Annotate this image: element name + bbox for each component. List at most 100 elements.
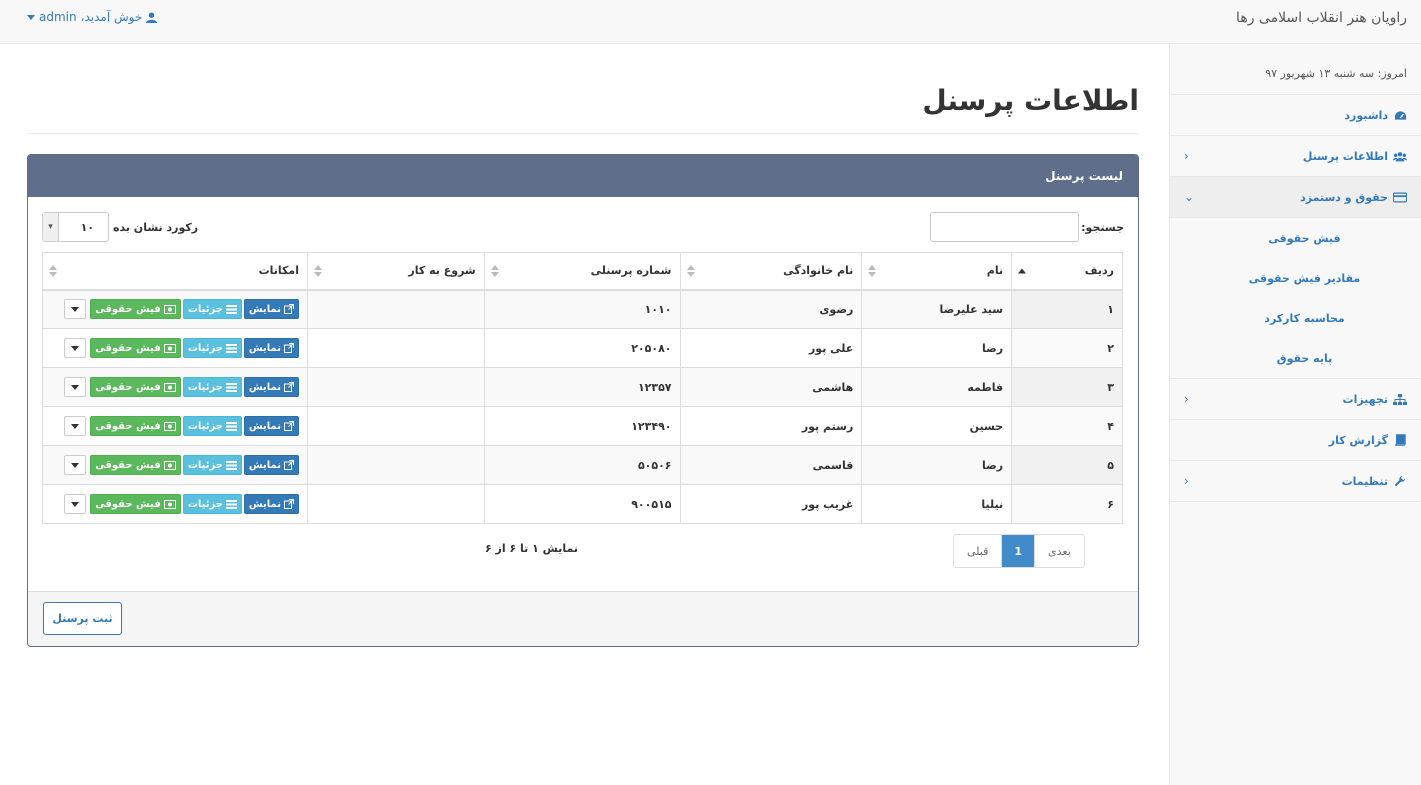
more-actions-dropdown[interactable] (64, 455, 87, 475)
column-header-code[interactable]: شماره پرسنلی (483, 252, 681, 291)
row-actions: نمایش جزئیات فیش حقوقی (51, 455, 299, 475)
pagination-prev[interactable]: قبلی (954, 535, 1002, 567)
details-button[interactable]: جزئیات (182, 338, 242, 358)
payslip-button[interactable]: فیش حقوقی (90, 338, 181, 358)
today-date: امروز: سه شنبه ۱۳ شهریور ۹۷ (1170, 44, 1421, 95)
money-icon (163, 304, 176, 314)
payslip-button[interactable]: فیش حقوقی (90, 455, 181, 475)
book-icon (1393, 433, 1407, 447)
cell-code: ۲۰۵۰۸۰ (483, 328, 681, 368)
sidebar-item-work-report[interactable]: گزارش کار (1170, 420, 1421, 461)
cell-code: ۱۲۳۴۹۰ (483, 406, 681, 446)
sidebar-item-label: اطلاعات پرسنل (1302, 149, 1388, 163)
details-button[interactable]: جزئیات (182, 494, 242, 514)
show-button[interactable]: نمایش (243, 494, 299, 514)
details-button[interactable]: جزئیات (182, 299, 242, 320)
show-button[interactable]: نمایش (243, 416, 299, 436)
chevron-down-icon: ▾ (43, 213, 59, 241)
row-actions: نمایش جزئیات فیش حقوقی (51, 377, 299, 397)
pagination-next[interactable]: بعدی (1034, 535, 1084, 567)
payslip-button[interactable]: فیش حقوقی (90, 494, 181, 514)
submenu-item-payslip[interactable]: فیش حقوقی (1170, 218, 1421, 258)
sort-icon (49, 264, 57, 277)
cell-actions: نمایش جزئیات فیش حقوقی (42, 445, 308, 485)
cell-code: ۱۲۳۵۷ (483, 367, 681, 407)
show-button[interactable]: نمایش (243, 299, 299, 320)
cell-actions: نمایش جزئیات فیش حقوقی (42, 328, 308, 368)
more-actions-dropdown[interactable] (64, 377, 87, 397)
details-button[interactable]: جزئیات (182, 455, 242, 475)
show-button[interactable]: نمایش (243, 338, 299, 358)
details-button[interactable]: جزئیات (182, 416, 242, 436)
cell-start (307, 484, 485, 524)
personnel-panel: لیست پرسنل جستجو: رکورد نشان بده ۱۰ ▾ رد… (27, 154, 1139, 647)
cell-code: ۱۰۱۰ (483, 289, 681, 329)
column-header-family[interactable]: نام خانوادگی (679, 252, 863, 291)
cell-family: علی پور (679, 328, 863, 368)
payslip-button[interactable]: فیش حقوقی (90, 299, 181, 320)
page-title: اطلاعات پرسنل (922, 84, 1139, 117)
page-length-control: رکورد نشان بده ۱۰ ▾ (42, 212, 198, 242)
money-icon (163, 499, 176, 509)
welcome-text: خوش آمدید، (80, 10, 143, 24)
show-button[interactable]: نمایش (243, 377, 299, 397)
username: admin (39, 10, 77, 24)
cell-code: ۵۰۵۰۶ (483, 445, 681, 485)
date-label: امروز: (1377, 67, 1407, 80)
list-icon (225, 343, 237, 353)
list-icon (225, 460, 237, 470)
cell-index: ۵ (1011, 445, 1123, 485)
app-brand[interactable]: راویان هنر انقلاب اسلامی رها (1236, 0, 1407, 36)
page-length-label: رکورد نشان بده (113, 220, 199, 234)
list-icon (225, 421, 237, 431)
more-actions-dropdown[interactable] (64, 494, 87, 514)
submenu-item-work-calc[interactable]: محاسبه کارکرد (1170, 298, 1421, 338)
caret-down-icon (71, 306, 80, 312)
payroll-submenu: فیش حقوقی مقادیر فیش حقوقی محاسبه کارکرد… (1170, 218, 1421, 379)
caret-down-icon (71, 384, 80, 390)
search-label: جستجو: (1081, 220, 1124, 234)
credit-card-icon (1393, 190, 1407, 204)
panel-footer: ثبت پرسنل (28, 591, 1138, 646)
chevron-down-icon: ⌄ (1184, 190, 1195, 204)
user-icon (146, 11, 158, 23)
column-header-name[interactable]: نام (861, 252, 1013, 291)
submenu-item-base-salary[interactable]: پایه حقوق (1170, 338, 1421, 378)
cell-start (307, 367, 485, 407)
more-actions-dropdown[interactable] (64, 299, 87, 320)
payslip-button[interactable]: فیش حقوقی (90, 377, 181, 397)
sidebar-item-settings[interactable]: تنظیمات ‹ (1170, 461, 1421, 502)
column-header-index[interactable]: ردیف (1011, 252, 1123, 291)
sidebar-item-equipment[interactable]: تجهیزات ‹ (1170, 379, 1421, 420)
cell-actions: نمایش جزئیات فیش حقوقی (42, 484, 308, 524)
search-input[interactable] (930, 212, 1080, 242)
payslip-button[interactable]: فیش حقوقی (90, 416, 181, 436)
sidebar-item-payroll[interactable]: حقوق و دستمزد ⌄ (1170, 177, 1421, 218)
panel-heading: لیست پرسنل (28, 155, 1138, 197)
add-personnel-button[interactable]: ثبت پرسنل (43, 602, 122, 635)
row-actions: نمایش جزئیات فیش حقوقی (51, 338, 299, 358)
dashboard-icon (1393, 108, 1407, 122)
more-actions-dropdown[interactable] (64, 416, 87, 436)
user-menu[interactable]: خوش آمدید، admin (27, 0, 158, 34)
caret-down-icon (27, 14, 35, 20)
submenu-item-payslip-values[interactable]: مقادیر فیش حقوقی (1170, 258, 1421, 298)
sidebar-item-personnel[interactable]: اطلاعات پرسنل ‹ (1170, 136, 1421, 177)
top-navbar: راویان هنر انقلاب اسلامی رها خوش آمدید، … (0, 0, 1421, 44)
row-actions: نمایش جزئیات فیش حقوقی (51, 416, 299, 436)
details-button[interactable]: جزئیات (182, 377, 242, 397)
column-header-start[interactable]: شروع به کار (307, 252, 485, 291)
page-length-select[interactable]: ۱۰ ▾ (42, 212, 109, 242)
column-header-actions[interactable]: امکانات (42, 252, 308, 291)
more-actions-dropdown[interactable] (64, 338, 87, 358)
table-row: ۲ رضا علی پور ۲۰۵۰۸۰ نمایش جزئیات فیش حقوقی (42, 328, 1123, 368)
sidebar-item-dashboard[interactable]: داشبورد (1170, 95, 1421, 136)
external-link-icon (284, 421, 294, 431)
pagination-page-1[interactable]: 1 (1001, 535, 1035, 567)
cell-code: ۹۰۰۵۱۵ (483, 484, 681, 524)
pagination: بعدی 1 قبلی (953, 534, 1085, 568)
cell-index: ۳ (1011, 367, 1123, 407)
cell-family: رضوی (679, 289, 863, 329)
show-button[interactable]: نمایش (243, 455, 299, 475)
external-link-icon (284, 499, 294, 509)
